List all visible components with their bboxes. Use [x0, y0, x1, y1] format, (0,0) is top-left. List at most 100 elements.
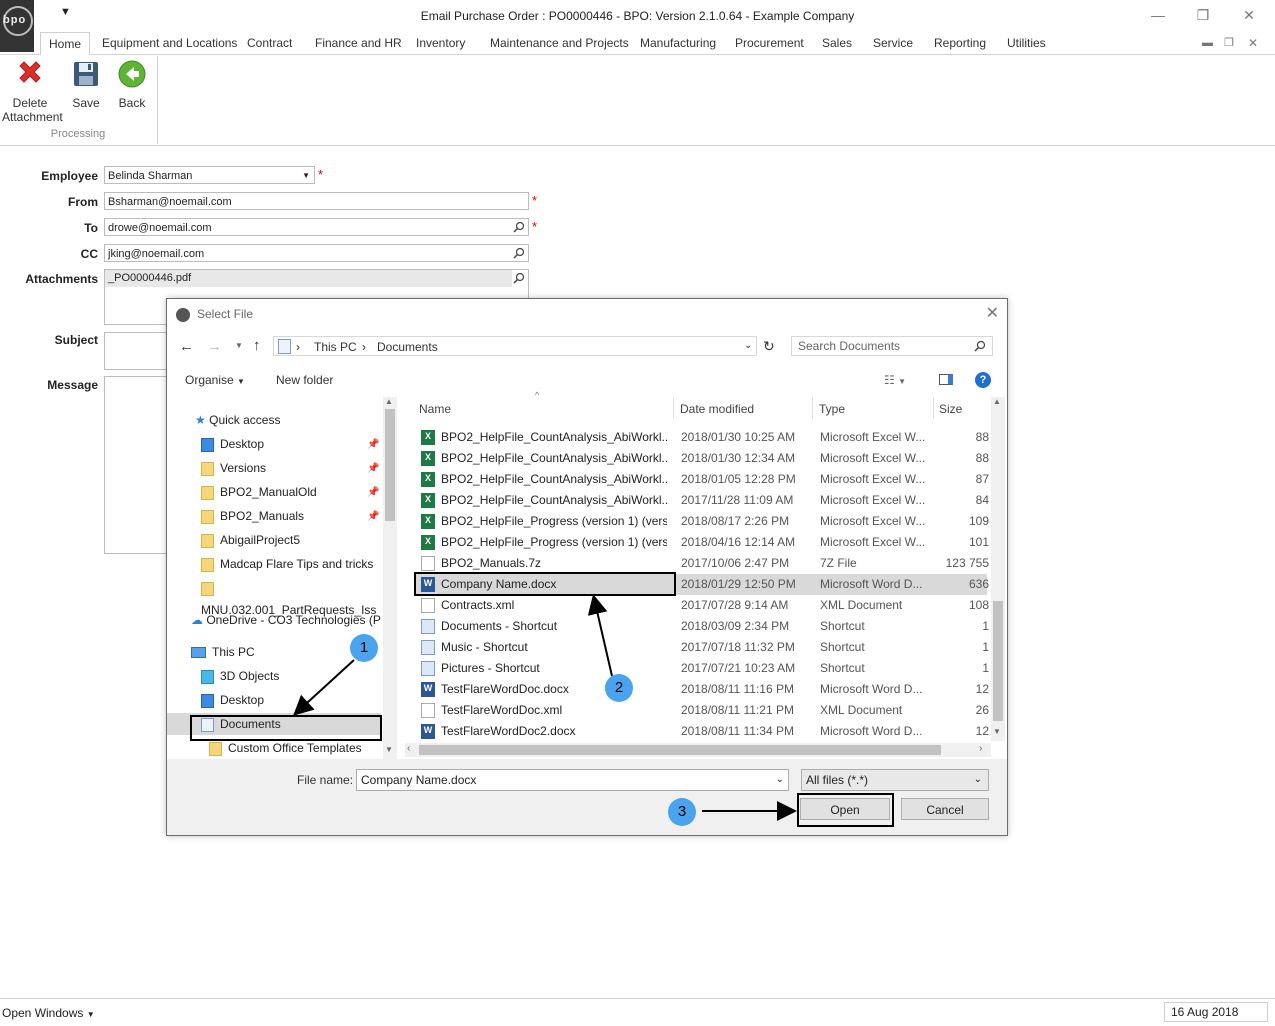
message-field[interactable] [104, 376, 168, 554]
tree-item-versions[interactable]: Versions [201, 457, 266, 479]
subject-field[interactable] [104, 332, 168, 370]
tab-service[interactable]: Service [871, 32, 915, 54]
back-button[interactable]: Back [114, 59, 150, 110]
file-row[interactable]: X BPO2_HelpFile_CountAnalysis_AbiWorkl...… [415, 490, 989, 511]
open-windows-button[interactable]: Open Windows ▼ [2, 1006, 95, 1020]
search-icon[interactable] [513, 272, 525, 284]
file-row[interactable]: W TestFlareWordDoc.docx 2018/08/11 11:16 P… [415, 679, 989, 700]
chevron-down-icon[interactable]: ⌄ [776, 770, 784, 790]
tree-item-this-pc[interactable]: This PC [191, 641, 255, 663]
tab-reporting[interactable]: Reporting [932, 32, 988, 54]
ribbon-minimize-icon[interactable]: ▬ [1200, 32, 1215, 54]
tab-procurement[interactable]: Procurement [733, 32, 806, 54]
tab-equipment-and-locations[interactable]: Equipment and Locations [100, 32, 239, 54]
column-name[interactable]: Name [419, 402, 451, 416]
file-row[interactable]: Documents - Shortcut 2018/03/09 2:34 PM Sh… [415, 616, 989, 637]
pin-icon: 📌 [367, 463, 380, 474]
scroll-up-icon[interactable]: ▲ [385, 397, 393, 406]
tree-item-onedrive[interactable]: ☁ OneDrive - CO3 Technologies (P [191, 609, 381, 631]
view-options-icon[interactable]: ☷ ▼ [884, 373, 906, 387]
search-icon[interactable] [513, 247, 525, 259]
file-row[interactable]: X BPO2_HelpFile_Progress (version 1) (ver… [415, 532, 989, 553]
tree-item-bpo2-manuals[interactable]: BPO2_Manuals [201, 505, 304, 527]
file-row[interactable]: X BPO2_HelpFile_CountAnalysis_AbiWorkl...… [415, 427, 989, 448]
scrollbar-thumb[interactable] [385, 409, 395, 521]
file-row[interactable]: X BPO2_HelpFile_CountAnalysis_AbiWorkl...… [415, 448, 989, 469]
file-list-vertical-scrollbar[interactable]: ▲ ▼ [991, 397, 1005, 741]
file-row[interactable]: W TestFlareWordDoc2.docx 2018/08/11 11:34 … [415, 721, 989, 742]
help-icon[interactable]: ? [975, 372, 991, 388]
tree-item-desktop-pc[interactable]: Desktop [201, 689, 264, 711]
file-name: Documents - Shortcut [441, 619, 558, 633]
file-name-input[interactable]: Company Name.docx ⌄ [356, 769, 789, 791]
scroll-up-icon[interactable]: ▲ [993, 397, 1001, 406]
new-folder-button[interactable]: New folder [276, 373, 333, 387]
from-field[interactable]: Bsharman@noemail.com [104, 192, 529, 210]
forward-arrow-icon[interactable]: → [207, 338, 222, 355]
tree-item-bpo2-manualold[interactable]: BPO2_ManualOld [201, 481, 317, 503]
ribbon-close-icon[interactable]: ✕ [1246, 32, 1260, 54]
cc-field[interactable]: jking@noemail.com [104, 244, 529, 262]
file-row[interactable]: Pictures - Shortcut 2017/07/21 10:23 AM Sh… [415, 658, 989, 679]
callout-2: 2 [605, 674, 633, 702]
file-type-select[interactable]: All files (*.*) ⌄ [801, 769, 989, 791]
tab-utilities[interactable]: Utilities [1005, 32, 1048, 54]
file-list-horizontal-scrollbar[interactable]: ‹ › [405, 743, 991, 757]
search-icon[interactable] [513, 221, 525, 233]
organise-button[interactable]: Organise ▼ [185, 373, 245, 387]
column-type[interactable]: Type [819, 402, 845, 416]
column-size[interactable]: Size [939, 402, 962, 416]
back-arrow-icon[interactable]: ← [179, 338, 194, 355]
scrollbar-thumb[interactable] [419, 745, 941, 755]
callout-3: 3 [668, 798, 696, 826]
tab-finance-and-hr[interactable]: Finance and HR [313, 32, 404, 54]
close-icon[interactable]: ✕ [986, 303, 999, 323]
file-row[interactable]: TestFlareWordDoc.xml 2018/08/11 11:21 PM X… [415, 700, 989, 721]
minimize-icon[interactable]: — [1143, 4, 1173, 26]
file-row[interactable]: Contracts.xml 2017/07/28 9:14 AM XML Docum… [415, 595, 989, 616]
employee-select[interactable]: Belinda Sharman ▼ [104, 166, 315, 184]
chevron-down-icon[interactable]: ⌄ [744, 340, 752, 351]
scroll-right-icon[interactable]: › [979, 743, 982, 754]
tree-item-abigailproject5[interactable]: AbigailProject5 [201, 529, 300, 551]
cancel-button[interactable]: Cancel [901, 798, 989, 820]
breadcrumb-this-pc[interactable]: This PC [314, 340, 357, 354]
tab-manufacturing[interactable]: Manufacturing [638, 32, 718, 54]
save-button[interactable]: Save [68, 59, 104, 110]
recent-chevron-icon[interactable]: ▼ [235, 341, 243, 350]
delete-attachment-button[interactable]: Delete Attachment [2, 59, 63, 124]
attachment-item[interactable]: _PO0000446.pdf [105, 270, 512, 287]
file-row[interactable]: X BPO2_HelpFile_CountAnalysis_AbiWorkl...… [415, 469, 989, 490]
scroll-down-icon[interactable]: ▼ [385, 745, 393, 754]
search-documents-input[interactable]: Search Documents [791, 336, 993, 356]
scroll-down-icon[interactable]: ▼ [993, 727, 1001, 736]
ribbon-restore-icon[interactable]: ❐ [1222, 32, 1236, 54]
file-row[interactable]: Music - Shortcut 2017/07/18 11:32 PM Short… [415, 637, 989, 658]
tab-contract[interactable]: Contract [245, 32, 294, 54]
tree-item-mnu-032[interactable]: MNU.032.001_PartRequests_Iss [201, 577, 395, 617]
tree-item-desktop[interactable]: Desktop [201, 433, 264, 455]
tree-item-madcap-flare[interactable]: Madcap Flare Tips and tricks [201, 553, 373, 575]
file-row[interactable]: X BPO2_HelpFile_Progress (version 1) (ver… [415, 511, 989, 532]
tab-maintenance-and-projects[interactable]: Maintenance and Projects [488, 32, 631, 54]
column-date-modified[interactable]: Date modified [680, 402, 754, 416]
scrollbar-thumb[interactable] [993, 601, 1003, 721]
to-field[interactable]: drowe@noemail.com [104, 218, 529, 236]
refresh-icon[interactable]: ↻ [763, 338, 775, 355]
preview-pane-icon[interactable] [939, 374, 953, 385]
file-row[interactable]: BPO2_Manuals.7z 2017/10/06 2:47 PM 7Z File… [415, 553, 989, 574]
tab-inventory[interactable]: Inventory [414, 32, 467, 54]
close-icon[interactable]: ✕ [1234, 4, 1264, 26]
search-icon[interactable] [974, 340, 986, 352]
scroll-left-icon[interactable]: ‹ [407, 743, 410, 754]
tab-home[interactable]: Home [40, 32, 91, 56]
quick-access-dropdown-icon[interactable]: ▼ [60, 6, 71, 18]
tab-sales[interactable]: Sales [820, 32, 854, 54]
tree-scrollbar[interactable]: ▲ ▼ [383, 397, 397, 759]
address-bar[interactable]: › This PC › Documents ⌄ [273, 336, 757, 356]
tree-item-quick-access[interactable]: ★ Quick access [195, 409, 280, 431]
restore-icon[interactable]: ❐ [1188, 4, 1218, 26]
up-arrow-icon[interactable]: ↑ [253, 337, 261, 354]
tree-item-3d-objects[interactable]: 3D Objects [201, 665, 279, 687]
breadcrumb-documents[interactable]: Documents [377, 340, 438, 354]
